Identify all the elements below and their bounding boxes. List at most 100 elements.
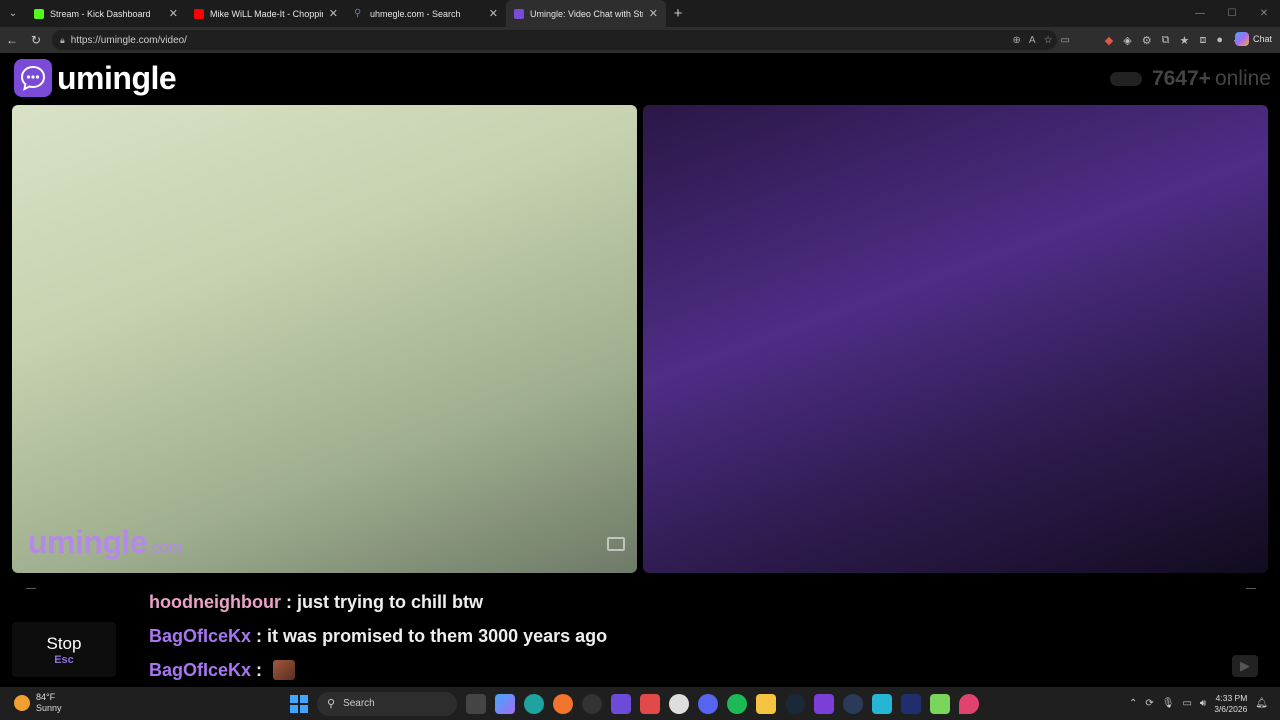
close-window-icon[interactable]: ✕ <box>1248 0 1280 27</box>
copilot-chat-button[interactable]: Chat <box>1234 32 1272 46</box>
weather-temp: 84°F <box>36 692 56 702</box>
extension-icons: ◆ ◈ ⚙ ⧉ ★ ⧈ ● ⋯ <box>1105 27 1244 53</box>
watermark-text: umingle <box>28 524 148 560</box>
tab-actions-menu-icon[interactable]: ⌄ <box>0 0 26 27</box>
chat-area: — — hoodneighbour : just trying to chill… <box>0 579 1280 687</box>
clock[interactable]: 4:33 PM 3/6/2026 <box>1214 693 1247 715</box>
tray-app-icon[interactable]: ⟳ <box>1145 698 1153 709</box>
search-icon: ⚲ <box>354 7 362 19</box>
volume-icon[interactable]: 🔊︎ <box>1200 698 1206 709</box>
chat-message: BagOfIceKx : <box>149 653 607 687</box>
steam-icon[interactable] <box>785 693 805 714</box>
edge-icon[interactable] <box>524 693 544 714</box>
tab-title: Umingle: Video Chat with Str <box>530 8 643 19</box>
discord-icon[interactable] <box>698 693 718 714</box>
collapse-right-icon[interactable]: — <box>1246 583 1256 594</box>
emote-image <box>273 660 296 680</box>
notification-icon[interactable]: 🔔︎ <box>1255 698 1268 709</box>
lock-icon: 🔒︎ <box>60 34 65 45</box>
weather-widget[interactable]: 84°F Sunny <box>14 692 62 714</box>
collections-icon[interactable]: ⧈ <box>1199 34 1206 47</box>
app-icon[interactable] <box>843 693 863 714</box>
close-icon[interactable]: ✕ <box>169 7 178 20</box>
send-icon[interactable]: ▶ <box>1232 655 1258 677</box>
itunes-icon[interactable] <box>669 693 689 714</box>
chat-bubble-icon <box>14 59 52 97</box>
maximize-icon[interactable]: ☐ <box>1216 0 1248 27</box>
tab-kick-dashboard[interactable]: Stream - Kick Dashboard ✕ <box>26 0 186 27</box>
report-flag-icon[interactable] <box>607 537 625 551</box>
chat-username[interactable]: BagOfIceKx <box>149 626 251 647</box>
profile-icon[interactable]: ● <box>1216 34 1223 46</box>
url-text: https://umingle.com/video/ <box>70 34 187 46</box>
chat-username[interactable]: BagOfIceKx <box>149 660 251 681</box>
read-aloud-icon[interactable]: A <box>1029 35 1036 46</box>
taskbar-search[interactable]: ⚲ Search <box>317 691 457 716</box>
clock-date: 3/6/2026 <box>1214 703 1248 714</box>
close-icon[interactable]: ✕ <box>329 7 338 20</box>
firefox-icon[interactable] <box>553 693 573 714</box>
network-icon[interactable]: ▭ <box>1182 698 1191 709</box>
minimize-icon[interactable]: — <box>1184 0 1216 27</box>
map-pin-icon[interactable] <box>959 693 979 714</box>
theme-toggle[interactable] <box>1109 72 1142 86</box>
url-bar-actions: ⊕ A ☆ ▭ <box>1013 27 1070 53</box>
windows-start-icon[interactable] <box>290 694 308 713</box>
refresh-icon[interactable]: ↻ <box>24 33 48 47</box>
chat-message: hoodneighbour : just trying to chill btw <box>149 585 607 619</box>
app-icon[interactable] <box>872 693 892 714</box>
copilot-icon <box>1234 32 1249 46</box>
stop-button[interactable]: Stop Esc <box>12 622 116 677</box>
favorite-icon[interactable]: ☆ <box>1044 35 1053 46</box>
tab-title: Mike WiLL Made-It - Choppin' Bla <box>210 8 323 19</box>
logo-text: umingle <box>57 59 177 96</box>
local-video-panel: umingle.com <box>12 105 637 573</box>
back-icon[interactable]: ← <box>0 33 24 47</box>
address-bar-row: ← ↻ 🔒︎ https://umingle.com/video/ ⊕ A ☆ … <box>0 27 1280 53</box>
search-icon: ⚲ <box>327 698 336 710</box>
task-view-icon[interactable] <box>466 693 486 714</box>
collapse-left-icon[interactable]: — <box>26 583 36 594</box>
watermark-suffix: .com <box>147 538 183 557</box>
tab-umingle[interactable]: Umingle: Video Chat with Str ✕ <box>506 0 666 27</box>
tab-title: Stream - Kick Dashboard <box>50 8 151 19</box>
app-icon[interactable] <box>930 693 950 714</box>
extension-icon[interactable]: ◆ <box>1105 34 1113 47</box>
windows-taskbar: 84°F Sunny ⚲ Search ⌃ ⟳ 🎙︎ ▭ 🔊︎ 4:33 PM … <box>0 687 1280 720</box>
app-icon[interactable] <box>611 693 631 714</box>
chat-username[interactable]: hoodneighbour <box>149 592 281 613</box>
clock-time: 4:33 PM <box>1215 692 1248 703</box>
close-icon[interactable]: ✕ <box>649 7 658 20</box>
tab-search[interactable]: ⚲ uhmegle.com - Search ✕ <box>346 0 506 27</box>
obs-icon[interactable] <box>582 693 602 714</box>
youtube-icon <box>194 8 204 19</box>
stop-label: Stop <box>46 633 82 653</box>
chevron-up-icon[interactable]: ⌃ <box>1129 698 1137 709</box>
split-screen-icon[interactable]: ⧉ <box>1162 34 1170 47</box>
new-tab-icon[interactable]: + <box>666 5 690 22</box>
zoom-icon[interactable]: ⊕ <box>1013 35 1021 46</box>
stop-shortcut: Esc <box>54 653 74 666</box>
umingle-logo[interactable]: umingle <box>14 59 177 97</box>
url-field[interactable]: 🔒︎ https://umingle.com/video/ <box>52 30 1057 50</box>
tab-title: uhmegle.com - Search <box>370 8 461 19</box>
fx-icon[interactable] <box>901 693 921 714</box>
microphone-icon[interactable]: 🎙︎ <box>1162 698 1175 709</box>
favorites-icon[interactable]: ★ <box>1179 34 1189 47</box>
umingle-favicon-icon <box>514 8 524 19</box>
extensions-icon[interactable]: ⚙ <box>1142 34 1152 47</box>
online-indicator: 7647+ online <box>1109 67 1271 91</box>
umingle-page: umingle 7647+ online umingle.com — — hoo… <box>0 53 1280 687</box>
app-icon[interactable] <box>814 693 834 714</box>
extension-icon[interactable]: ◈ <box>1123 34 1131 47</box>
media-icon[interactable]: ▭ <box>1061 35 1070 46</box>
file-explorer-icon[interactable] <box>756 693 776 714</box>
chat-text: it was promised to them 3000 years ago <box>267 625 608 646</box>
tab-youtube[interactable]: Mike WiLL Made-It - Choppin' Bla ✕ <box>186 0 346 27</box>
spotify-icon[interactable] <box>727 693 747 714</box>
stranger-video-panel <box>643 105 1268 573</box>
app-icon[interactable] <box>640 693 660 714</box>
copilot-app-icon[interactable] <box>495 693 515 714</box>
close-icon[interactable]: ✕ <box>489 7 498 20</box>
umingle-watermark: umingle.com <box>28 524 183 561</box>
